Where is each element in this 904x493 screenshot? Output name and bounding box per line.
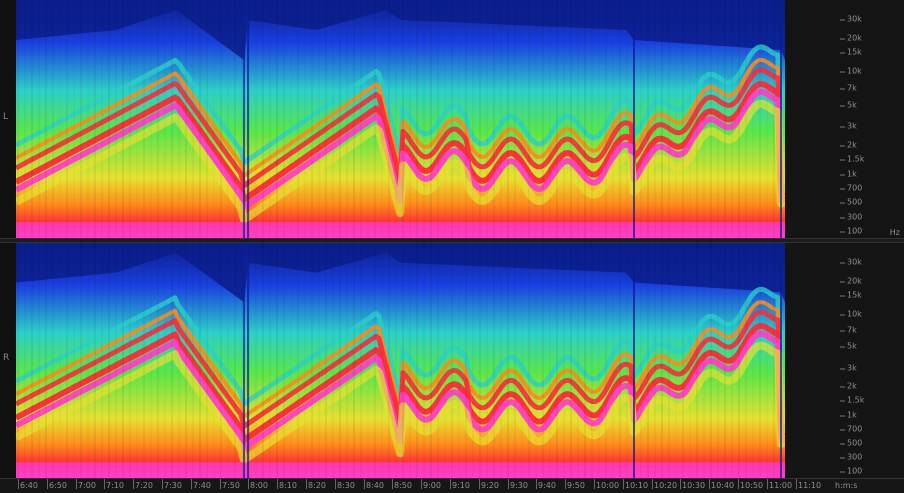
time-tick-label: 8:50 — [392, 479, 412, 490]
frequency-tick-label: 100 — [839, 226, 863, 236]
frequency-tick-label: 30k — [840, 14, 862, 24]
frequency-tick-label: 300 — [839, 212, 863, 222]
frequency-tick-label: 3k — [840, 121, 857, 131]
time-tick-label: 7:10 — [104, 479, 124, 490]
frequency-tick-label: 7k — [840, 325, 857, 335]
time-tick-label: 10:20 — [651, 479, 678, 490]
channel-label-right: R — [3, 353, 10, 363]
time-tick-label: 7:20 — [133, 479, 153, 490]
frequency-tick-label: 2k — [840, 381, 857, 391]
frequency-unit-left: Hz — [889, 228, 900, 237]
time-tick-label: 9:40 — [536, 479, 556, 490]
time-tick-label: 8:40 — [364, 479, 384, 490]
time-tick-label: 9:00 — [421, 479, 441, 490]
frequency-tick-label: 700 — [839, 424, 863, 434]
time-tick-label: 6:50 — [47, 479, 67, 490]
channel-gutter-right: R — [0, 243, 16, 478]
frequency-tick-label: 300 — [839, 452, 863, 462]
spectrogram-left[interactable] — [16, 0, 785, 238]
time-tick-label: 10:30 — [679, 479, 706, 490]
time-tick-label: 11:10 — [795, 479, 822, 490]
frequency-tick-label: 10k — [840, 66, 862, 76]
frequency-tick-label: 1.5k — [839, 395, 865, 405]
time-tick-label: 7:00 — [76, 479, 96, 490]
time-tick-label: 6:40 — [18, 479, 38, 490]
frequency-tick-label: 10k — [840, 309, 862, 319]
time-tick-label: 10:50 — [737, 479, 764, 490]
time-tick-label: 9:30 — [508, 479, 528, 490]
time-tick-label: 10:40 — [708, 479, 735, 490]
time-tick-label: 10:10 — [622, 479, 649, 490]
time-unit-label: h:m:s — [835, 481, 858, 490]
frequency-tick-label: 100 — [839, 466, 863, 476]
time-tick-label: 7:40 — [191, 479, 211, 490]
frequency-axis-right: 30k 20k 15k 10k 7k 5k 3k 2k 1.5k 1k 700 500 300 100 — [785, 243, 904, 478]
frequency-tick-label: 20k — [840, 276, 862, 286]
channel-label-left: L — [3, 112, 9, 122]
spectrogram-right-svg — [16, 243, 785, 478]
frequency-tick-label: 15k — [840, 290, 862, 300]
spectrogram-left-svg — [16, 0, 785, 238]
frequency-tick-label: 5k — [840, 341, 857, 351]
time-tick-label: 9:20 — [479, 479, 499, 490]
time-ruler[interactable]: 6:40 6:50 7:00 7:10 7:20 7:30 7:40 7:50 8:00 8:10… — [0, 478, 904, 493]
time-tick-label: 10:00 — [593, 479, 620, 490]
frequency-tick-label: 1k — [840, 410, 857, 420]
low-frequency-floor — [16, 222, 785, 238]
frequency-tick-label: 500 — [839, 438, 863, 448]
frequency-tick-label: 30k — [840, 257, 862, 267]
frequency-tick-label: 500 — [839, 197, 863, 207]
time-tick-label: 7:50 — [220, 479, 240, 490]
channel-gutter-left: L — [0, 0, 16, 238]
time-tick-label: 8:10 — [277, 479, 297, 490]
frequency-tick-label: 2k — [840, 140, 857, 150]
frequency-tick-label: 1.5k — [839, 154, 865, 164]
frequency-tick-label: 700 — [839, 183, 863, 193]
frequency-tick-label: 1k — [840, 169, 857, 179]
time-tick-label: 11:00 — [766, 479, 793, 490]
frequency-tick-label: 20k — [840, 33, 862, 43]
low-frequency-floor — [16, 462, 785, 478]
time-tick-label: 8:00 — [248, 479, 268, 490]
frequency-tick-label: 15k — [840, 47, 862, 57]
frequency-axis-left: 30k 20k 15k 10k 7k 5k 3k 2k 1.5k 1k 700 500 300 100 H… — [785, 0, 904, 238]
time-tick-label: 8:20 — [306, 479, 326, 490]
time-tick-label: 7:30 — [162, 479, 182, 490]
time-tick-label: 8:30 — [335, 479, 355, 490]
frequency-tick-label: 5k — [840, 100, 857, 110]
spectrogram-right[interactable] — [16, 243, 785, 478]
time-tick-label: 9:10 — [450, 479, 470, 490]
time-tick-label: 9:50 — [565, 479, 585, 490]
frequency-tick-label: 3k — [840, 363, 857, 373]
frequency-tick-label: 7k — [840, 83, 857, 93]
